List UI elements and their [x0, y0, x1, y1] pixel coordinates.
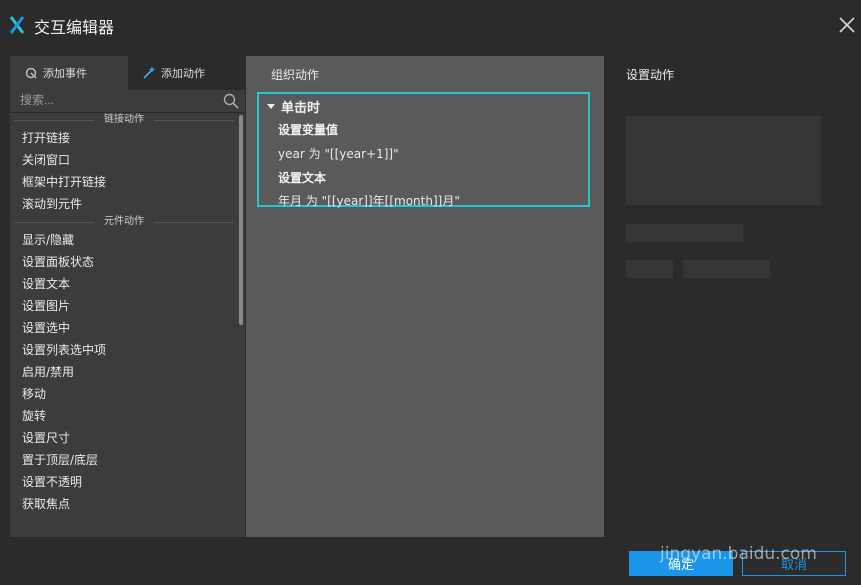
list-item-set-size[interactable]: 设置尺寸: [10, 427, 238, 449]
search-input[interactable]: [20, 91, 220, 109]
placeholder-bar: [683, 260, 770, 278]
tab-add-event[interactable]: 添加事件: [10, 56, 128, 90]
list-item-show-hide[interactable]: 显示/隐藏: [10, 229, 238, 251]
title-bar: 交互编辑器: [0, 0, 861, 50]
section-header-link-actions: 链接动作: [10, 113, 238, 127]
action-name-set-text[interactable]: 设置文本: [278, 169, 326, 186]
tab-add-action[interactable]: 添加动作: [128, 56, 245, 90]
action-detail-set-variable[interactable]: year 为 "[[year+1]]": [278, 145, 399, 162]
action-detail-set-text[interactable]: 年月 为 "[[year]]年[[month]]月": [278, 192, 460, 209]
list-item-enable-disable[interactable]: 启用/禁用: [10, 361, 238, 383]
add-action-icon: [143, 67, 155, 79]
list-item-bring-front-back[interactable]: 置于顶层/底层: [10, 449, 238, 471]
list-item-set-panel-state[interactable]: 设置面板状态: [10, 251, 238, 273]
action-list: 链接动作 打开链接 关闭窗口 框架中打开链接 滚动到元件 元件动作 显示/隐藏 …: [10, 113, 238, 537]
list-item-set-opacity[interactable]: 设置不透明: [10, 471, 238, 493]
tab-add-action-label: 添加动作: [161, 67, 205, 80]
tab-add-event-label: 添加事件: [43, 67, 87, 80]
event-icon: [25, 67, 37, 79]
list-item-open-link-in-frame[interactable]: 框架中打开链接: [10, 171, 238, 193]
case-header[interactable]: 单击时: [267, 97, 320, 116]
action-name-set-variable[interactable]: 设置变量值: [278, 121, 338, 138]
panel-tabs: 添加事件 添加动作: [10, 56, 245, 90]
case-name: 单击时: [281, 101, 321, 116]
list-item-rotate[interactable]: 旋转: [10, 405, 238, 427]
organize-actions-panel: 组织动作 单击时 设置变量值 year 为 "[[year+1]]" 设置文本 …: [246, 56, 604, 537]
cancel-button[interactable]: 取消: [742, 551, 846, 576]
placeholder-block: [626, 116, 821, 205]
list-item-set-text[interactable]: 设置文本: [10, 273, 238, 295]
organize-actions-title: 组织动作: [271, 68, 320, 82]
placeholder-bar: [626, 260, 673, 278]
list-item-set-image[interactable]: 设置图片: [10, 295, 238, 317]
configure-action-panel: 设置动作: [605, 56, 845, 537]
search-bar: [10, 90, 245, 113]
list-item-close-window[interactable]: 关闭窗口: [10, 149, 238, 171]
expand-triangle-icon[interactable]: [267, 104, 275, 109]
list-item-open-link[interactable]: 打开链接: [10, 127, 238, 149]
list-item-set-list-selected[interactable]: 设置列表选中项: [10, 339, 238, 361]
close-icon[interactable]: [838, 16, 856, 34]
section-header-widget-actions: 元件动作: [10, 215, 238, 229]
list-item-set-selected[interactable]: 设置选中: [10, 317, 238, 339]
case-block[interactable]: 单击时 设置变量值 year 为 "[[year+1]]" 设置文本 年月 为 …: [257, 92, 590, 209]
list-item-focus[interactable]: 获取焦点: [10, 493, 238, 515]
window-title: 交互编辑器: [34, 18, 115, 37]
configure-action-title: 设置动作: [626, 68, 675, 82]
confirm-button[interactable]: 确定: [629, 551, 733, 576]
axure-logo-icon: [9, 16, 25, 34]
list-item-scroll-to-widget[interactable]: 滚动到元件: [10, 193, 238, 215]
list-item-move[interactable]: 移动: [10, 383, 238, 405]
action-library-panel: 添加事件 添加动作 链接动作 打开链接 关闭窗口 框架中打开链接 滚动到元件 元…: [10, 56, 245, 537]
scrollbar-thumb[interactable]: [239, 115, 243, 325]
placeholder-bar: [626, 224, 743, 242]
search-icon[interactable]: [223, 93, 239, 109]
list-scrollbar[interactable]: [238, 113, 245, 537]
